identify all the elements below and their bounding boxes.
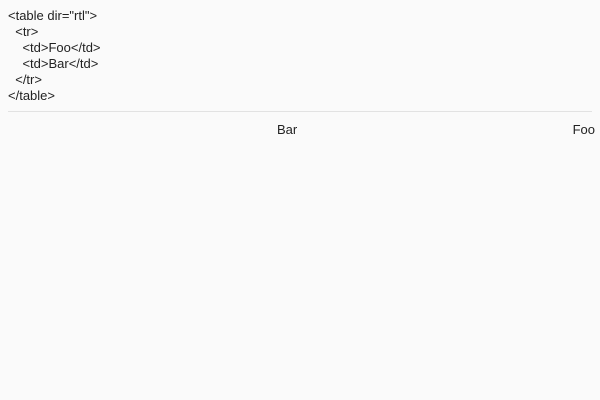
table-cell-foo: Foo <box>572 122 595 137</box>
table-cell-bar: Bar <box>277 122 298 137</box>
code-line: <table dir="rtl"> <box>8 8 98 23</box>
code-line: <td>Bar</td> <box>8 56 99 71</box>
code-line: </tr> <box>8 72 42 87</box>
rendered-table-row: Foo Bar <box>8 122 595 142</box>
divider <box>8 111 592 112</box>
code-snippet: <table dir="rtl"> <tr> <td>Foo</td> <td>… <box>8 8 592 104</box>
code-line: </table> <box>8 88 55 103</box>
code-line: <td>Foo</td> <box>8 40 101 55</box>
code-line: <tr> <box>8 24 39 39</box>
page: <table dir="rtl"> <tr> <td>Foo</td> <td>… <box>0 0 600 400</box>
